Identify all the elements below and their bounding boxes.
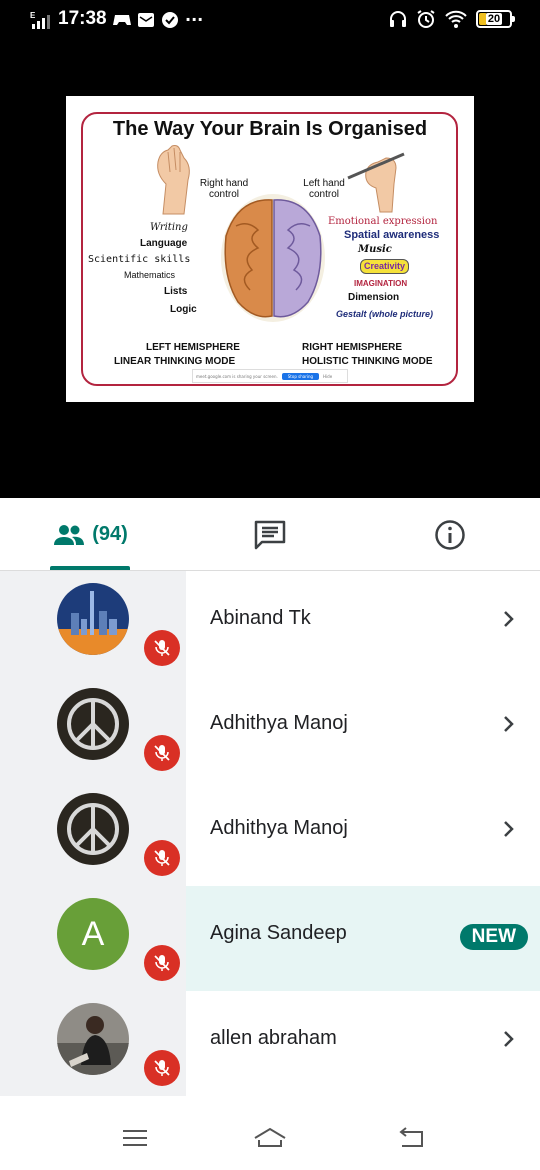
check-circle-icon xyxy=(162,11,178,28)
tab-info[interactable] xyxy=(420,498,480,571)
home-icon[interactable] xyxy=(252,1124,288,1152)
right-item-gestalt: Gestalt (whole picture) xyxy=(336,309,434,319)
tab-people[interactable]: (94) xyxy=(50,498,130,571)
right-item-music: Music xyxy=(358,244,392,255)
left-item-scientific: Scientific skills xyxy=(88,254,191,265)
alarm-icon xyxy=(417,10,435,28)
headphones-icon xyxy=(390,11,406,27)
participant-row[interactable]: Adhithya Manoj xyxy=(0,781,540,886)
right-item-dimension: Dimension xyxy=(348,292,400,303)
mail-icon xyxy=(138,12,154,27)
screen-share-bar: meet.google.com is sharing your screen. … xyxy=(192,369,348,383)
participant-name: Adhithya Manoj xyxy=(210,712,348,734)
right-mode-label: HOLISTIC THINKING MODE xyxy=(302,356,433,367)
status-time: 17:38 xyxy=(58,8,107,29)
more-notifications-icon: ··· xyxy=(185,10,204,29)
avatar xyxy=(57,688,129,760)
brain-illustration xyxy=(221,194,325,322)
left-item-writing: Writing xyxy=(150,222,188,233)
left-item-lists: Lists xyxy=(164,286,188,297)
svg-text:E: E xyxy=(30,11,36,20)
presentation-stage: The Way Your Brain Is Organised Right ha… xyxy=(0,42,540,498)
chevron-right-icon xyxy=(504,716,514,732)
hide-button[interactable]: Hide xyxy=(323,374,332,379)
participant-row[interactable]: A Agina Sandeep NEW xyxy=(0,886,540,991)
shared-slide: The Way Your Brain Is Organised Right ha… xyxy=(66,96,474,402)
chevron-right-icon xyxy=(504,1031,514,1047)
status-bar: E 17:38 ··· 20 xyxy=(0,0,540,42)
stop-sharing-button[interactable]: Stop sharing xyxy=(281,372,320,380)
people-icon xyxy=(54,524,85,545)
mic-off-icon xyxy=(144,735,180,771)
right-hand-icon xyxy=(157,145,190,215)
battery-icon: 20 xyxy=(476,10,515,28)
chevron-right-icon xyxy=(504,611,514,627)
participant-name: Adhithya Manoj xyxy=(210,817,348,839)
mic-off-icon xyxy=(144,630,180,666)
left-item-language: Language xyxy=(140,238,188,249)
signal-icon: E xyxy=(30,11,50,29)
system-nav-bar xyxy=(0,1106,540,1170)
gamepad-icon xyxy=(113,14,131,25)
info-icon xyxy=(435,519,465,550)
slide-title: The Way Your Brain Is Organised xyxy=(112,118,428,140)
wifi-icon xyxy=(445,10,467,28)
tab-chat[interactable] xyxy=(240,498,300,571)
participant-name: Abinand Tk xyxy=(210,607,311,629)
participant-list: Abinand Tk Adhithya Manoj Adhithya Manoj… xyxy=(0,571,540,1106)
system-icons: 20 xyxy=(388,9,515,29)
right-item-spatial: Spatial awareness xyxy=(344,229,440,241)
mic-off-icon xyxy=(144,1050,180,1086)
new-badge: NEW xyxy=(459,924,528,950)
participant-name: Agina Sandeep xyxy=(210,922,347,944)
avatar xyxy=(57,793,129,865)
avatar xyxy=(57,1003,129,1075)
people-count: (94) xyxy=(92,523,128,545)
participant-row[interactable]: Abinand Tk xyxy=(0,571,540,676)
left-item-mathematics: Mathematics xyxy=(124,270,176,280)
right-item-emotional: Emotional expression xyxy=(328,216,438,227)
right-item-imagination: IMAGINATION xyxy=(354,279,408,288)
mic-off-icon xyxy=(144,840,180,876)
notification-icons: ··· xyxy=(113,10,203,29)
participant-row[interactable]: Adhithya Manoj xyxy=(0,676,540,781)
left-mode-label: LINEAR THINKING MODE xyxy=(114,356,236,367)
chevron-right-icon xyxy=(504,821,514,837)
avatar: A xyxy=(57,898,129,970)
meeting-tabs: (94) xyxy=(0,498,540,571)
left-hemisphere-label: LEFT HEMISPHERE xyxy=(146,342,240,353)
active-tab-indicator xyxy=(50,566,130,570)
participant-row[interactable]: allen abraham xyxy=(0,991,540,1096)
mic-off-icon xyxy=(144,945,180,981)
menu-icon[interactable] xyxy=(120,1124,150,1152)
right-hemisphere-label: RIGHT HEMISPHERE xyxy=(302,342,403,353)
right-item-creativity: Creativity xyxy=(360,259,410,274)
battery-level: 20 xyxy=(485,13,503,25)
chat-icon xyxy=(254,520,286,549)
share-text: meet.google.com is sharing your screen. xyxy=(196,373,278,379)
participant-name: allen abraham xyxy=(210,1027,337,1049)
back-icon[interactable] xyxy=(396,1124,426,1152)
avatar xyxy=(57,583,129,655)
left-item-logic: Logic xyxy=(170,304,197,315)
